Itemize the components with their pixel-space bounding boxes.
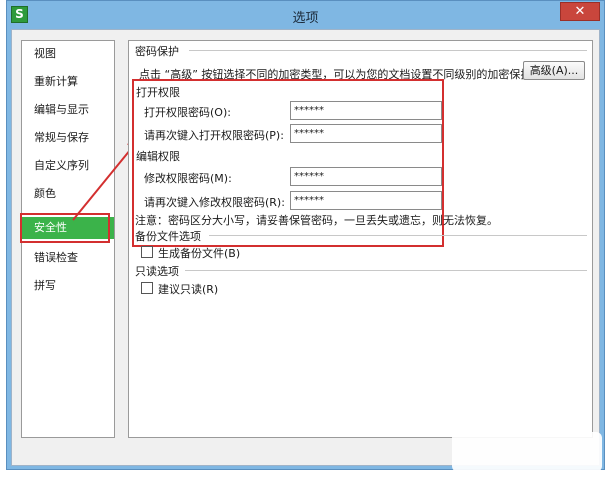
readonly-option[interactable]: 建议只读(R): [141, 281, 218, 297]
readonly-checkbox[interactable]: [141, 282, 153, 294]
sidebar-item-edit-display[interactable]: 编辑与显示: [22, 99, 114, 121]
group-divider: [209, 235, 587, 236]
readonly-checkbox-label: 建议只读(R): [158, 283, 219, 296]
group-divider: [189, 50, 587, 51]
backup-checkbox-label: 生成备份文件(B): [158, 247, 241, 260]
title-bar: S 选项 ✕: [7, 1, 604, 29]
security-panel: 密码保护 点击 “高级” 按钮选择不同的加密类型，可以为您的文档设置不同级别的加…: [128, 40, 593, 438]
open-password-field[interactable]: ******: [290, 101, 442, 120]
advanced-button[interactable]: 高级(A)...: [523, 61, 585, 80]
open-permission-title: 打开权限: [136, 86, 180, 99]
case-sensitive-warning: 注意：密码区分大小写，请妥善保管密码，一旦丢失或遗忘，则无法恢复。: [135, 214, 498, 227]
edit-password-label: 修改权限密码(M):: [144, 172, 232, 185]
backup-option[interactable]: 生成备份文件(B): [141, 245, 240, 261]
obscured-buttons-area: [452, 432, 602, 472]
open-password-confirm-field[interactable]: ******: [290, 124, 442, 143]
sidebar-item-view[interactable]: 视图: [22, 43, 114, 65]
edit-permission-title: 编辑权限: [136, 150, 180, 163]
dialog-title: 选项: [292, 11, 319, 26]
edit-password-confirm-label: 请再次键入修改权限密码(R):: [144, 196, 285, 209]
readonly-group-title: 只读选项: [135, 263, 183, 279]
edit-password-confirm-field[interactable]: ******: [290, 191, 442, 210]
open-password-label: 打开权限密码(O):: [144, 106, 231, 119]
password-group-title: 密码保护: [135, 43, 183, 59]
dialog-body: 视图 重新计算 编辑与显示 常规与保存 自定义序列 颜色 安全性 错误检查 拼写…: [11, 29, 600, 466]
sidebar-item-recalculate[interactable]: 重新计算: [22, 71, 114, 93]
edit-password-field[interactable]: ******: [290, 167, 442, 186]
open-password-confirm-label: 请再次键入打开权限密码(P):: [144, 129, 284, 142]
backup-group-title: 备份文件选项: [135, 228, 205, 244]
group-divider: [185, 270, 587, 271]
close-button[interactable]: ✕: [560, 2, 600, 21]
options-sidebar: 视图 重新计算 编辑与显示 常规与保存 自定义序列 颜色 安全性 错误检查 拼写: [20, 40, 115, 438]
sidebar-item-error-check[interactable]: 错误检查: [22, 247, 114, 269]
sidebar-item-spelling[interactable]: 拼写: [22, 275, 114, 297]
options-dialog: S 选项 ✕ 视图 重新计算 编辑与显示 常规与保存 自定义序列 颜色 安全性 …: [6, 0, 605, 470]
backup-checkbox[interactable]: [141, 246, 153, 258]
